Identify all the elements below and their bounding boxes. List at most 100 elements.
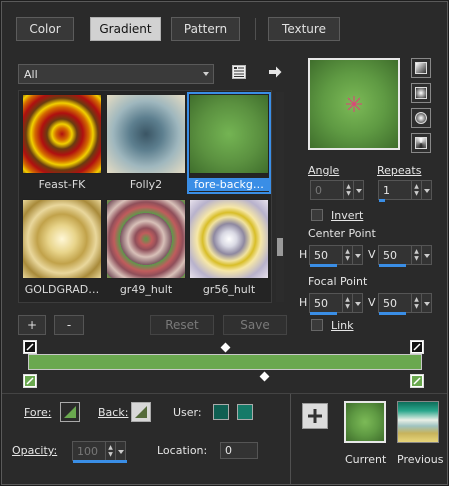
gradient-label: fore-backg…: [189, 178, 269, 191]
user-swatch-2[interactable]: [237, 404, 253, 420]
dropdown-icon[interactable]: [353, 181, 363, 199]
gradient-label: GOLDGRAD…: [24, 283, 100, 296]
user-label: User:: [173, 406, 202, 419]
spin-arrows-icon[interactable]: ▲ ▼: [411, 246, 421, 264]
bottom-separator: [2, 393, 447, 394]
gradient-label: gr56_hult: [202, 283, 256, 296]
spin-arrows-icon[interactable]: ▲ ▼: [343, 181, 353, 199]
fore-label: Fore:: [24, 406, 52, 419]
center-point-marker-icon[interactable]: [310, 60, 398, 148]
center-v-label: V: [368, 248, 376, 261]
add-gradient-button[interactable]: +: [18, 315, 46, 335]
repeats-label: Repeats: [377, 164, 422, 177]
gradient-thumb-gr49-hult[interactable]: [106, 199, 186, 279]
invert-label: Invert: [331, 209, 364, 222]
rectangular-gradient-icon[interactable]: [411, 83, 431, 103]
gradient-label: Folly2: [129, 178, 163, 191]
remove-gradient-button[interactable]: -: [54, 315, 84, 335]
link-label: Link: [331, 319, 354, 332]
fore-swatch[interactable]: [60, 402, 80, 422]
color-stop-right-icon[interactable]: [410, 374, 424, 388]
focal-v-value: 50: [383, 296, 397, 310]
location-label: Location:: [157, 444, 208, 457]
add-to-swatches-button[interactable]: [302, 403, 328, 429]
opacity-slider-bar[interactable]: [73, 460, 127, 463]
sunburst-gradient-icon[interactable]: [411, 108, 431, 128]
focal-h-slider-bar[interactable]: [310, 312, 337, 315]
focal-v-slider-bar[interactable]: [379, 312, 406, 315]
opacity-spinner[interactable]: 100 ▲ ▼: [72, 441, 127, 463]
gradient-list-scrollbar[interactable]: [276, 92, 284, 302]
category-select-value: All: [24, 67, 38, 81]
dropdown-icon[interactable]: [421, 246, 431, 264]
repeats-slider-bar[interactable]: [379, 199, 385, 202]
spin-arrows-icon[interactable]: ▲ ▼: [342, 246, 352, 264]
linear-gradient-icon[interactable]: [411, 58, 431, 78]
opacity-label: Opacity:: [12, 444, 58, 457]
spin-arrows-icon[interactable]: ▲ ▼: [342, 294, 352, 312]
opacity-stop-right-icon[interactable]: [410, 340, 424, 354]
dropdown-icon[interactable]: [352, 246, 362, 264]
center-v-slider-bar[interactable]: [379, 264, 406, 267]
focal-v-label: V: [368, 296, 376, 309]
angle-value: 0: [315, 183, 322, 197]
center-point-label: Center Point: [308, 227, 376, 240]
link-checkbox[interactable]: [311, 319, 323, 331]
center-h-spinner[interactable]: 50 ▲ ▼: [309, 245, 363, 267]
focal-h-label: H: [299, 296, 308, 309]
reset-button[interactable]: Reset: [150, 315, 214, 335]
gradient-preview[interactable]: [308, 58, 400, 150]
back-label: Back:: [98, 406, 129, 419]
center-h-label: H: [299, 248, 308, 261]
gradient-thumb-goldgrad[interactable]: [22, 199, 102, 279]
dropdown-icon[interactable]: [115, 442, 125, 460]
color-stop-left-icon[interactable]: [23, 374, 37, 388]
category-select[interactable]: All: [18, 64, 214, 84]
current-gradient-swatch[interactable]: [344, 401, 386, 443]
list-view-icon[interactable]: [231, 64, 247, 80]
save-button[interactable]: Save: [223, 315, 287, 335]
opacity-stop-left-icon[interactable]: [23, 340, 37, 354]
focal-v-spinner[interactable]: 50 ▲ ▼: [378, 293, 432, 315]
bottom-vertical-separator: [290, 394, 291, 484]
center-h-value: 50: [314, 248, 328, 262]
dropdown-icon[interactable]: [421, 294, 431, 312]
gradient-thumb-folly2[interactable]: [106, 94, 186, 174]
scrollbar-thumb[interactable]: [277, 238, 283, 256]
chevron-down-icon: [203, 72, 209, 76]
angle-label: Angle: [308, 164, 340, 177]
spin-arrows-icon[interactable]: ▲ ▼: [411, 181, 421, 199]
repeats-spinner[interactable]: 1 ▲ ▼: [378, 180, 432, 202]
back-swatch[interactable]: [131, 402, 151, 422]
gradient-thumb-fore-background[interactable]: [189, 94, 269, 174]
spin-arrows-icon[interactable]: ▲ ▼: [105, 442, 115, 460]
location-value: 0: [225, 444, 232, 457]
gradient-thumb-feast-fk[interactable]: [22, 94, 102, 174]
center-h-slider-bar[interactable]: [310, 264, 337, 267]
previous-label: Previous: [397, 453, 444, 466]
dropdown-icon[interactable]: [421, 181, 431, 199]
invert-checkbox[interactable]: [311, 209, 323, 221]
gradient-label: Feast-FK: [38, 178, 86, 191]
location-field[interactable]: 0: [220, 442, 258, 459]
tab-separator: [255, 18, 256, 40]
gradient-bar[interactable]: [28, 354, 422, 370]
tab-color[interactable]: Color: [16, 17, 74, 41]
tab-texture[interactable]: Texture: [268, 17, 340, 41]
tab-gradient[interactable]: Gradient: [90, 17, 161, 41]
user-swatch-1[interactable]: [213, 404, 229, 420]
previous-gradient-swatch[interactable]: [397, 401, 439, 443]
dropdown-icon[interactable]: [352, 294, 362, 312]
focal-h-spinner[interactable]: 50 ▲ ▼: [309, 293, 363, 315]
radial-gradient-icon[interactable]: [411, 133, 431, 153]
center-v-value: 50: [383, 248, 397, 262]
gradient-label: gr49_hult: [119, 283, 173, 296]
arrow-right-icon[interactable]: [267, 64, 283, 80]
angle-spinner[interactable]: 0 ▲ ▼: [310, 180, 364, 200]
opacity-value: 100: [77, 444, 98, 458]
center-v-spinner[interactable]: 50 ▲ ▼: [378, 245, 432, 267]
tab-pattern[interactable]: Pattern: [171, 17, 240, 41]
spin-arrows-icon[interactable]: ▲ ▼: [411, 294, 421, 312]
gradient-thumb-gr56-hult[interactable]: [189, 199, 269, 279]
plus-icon: [308, 409, 322, 423]
